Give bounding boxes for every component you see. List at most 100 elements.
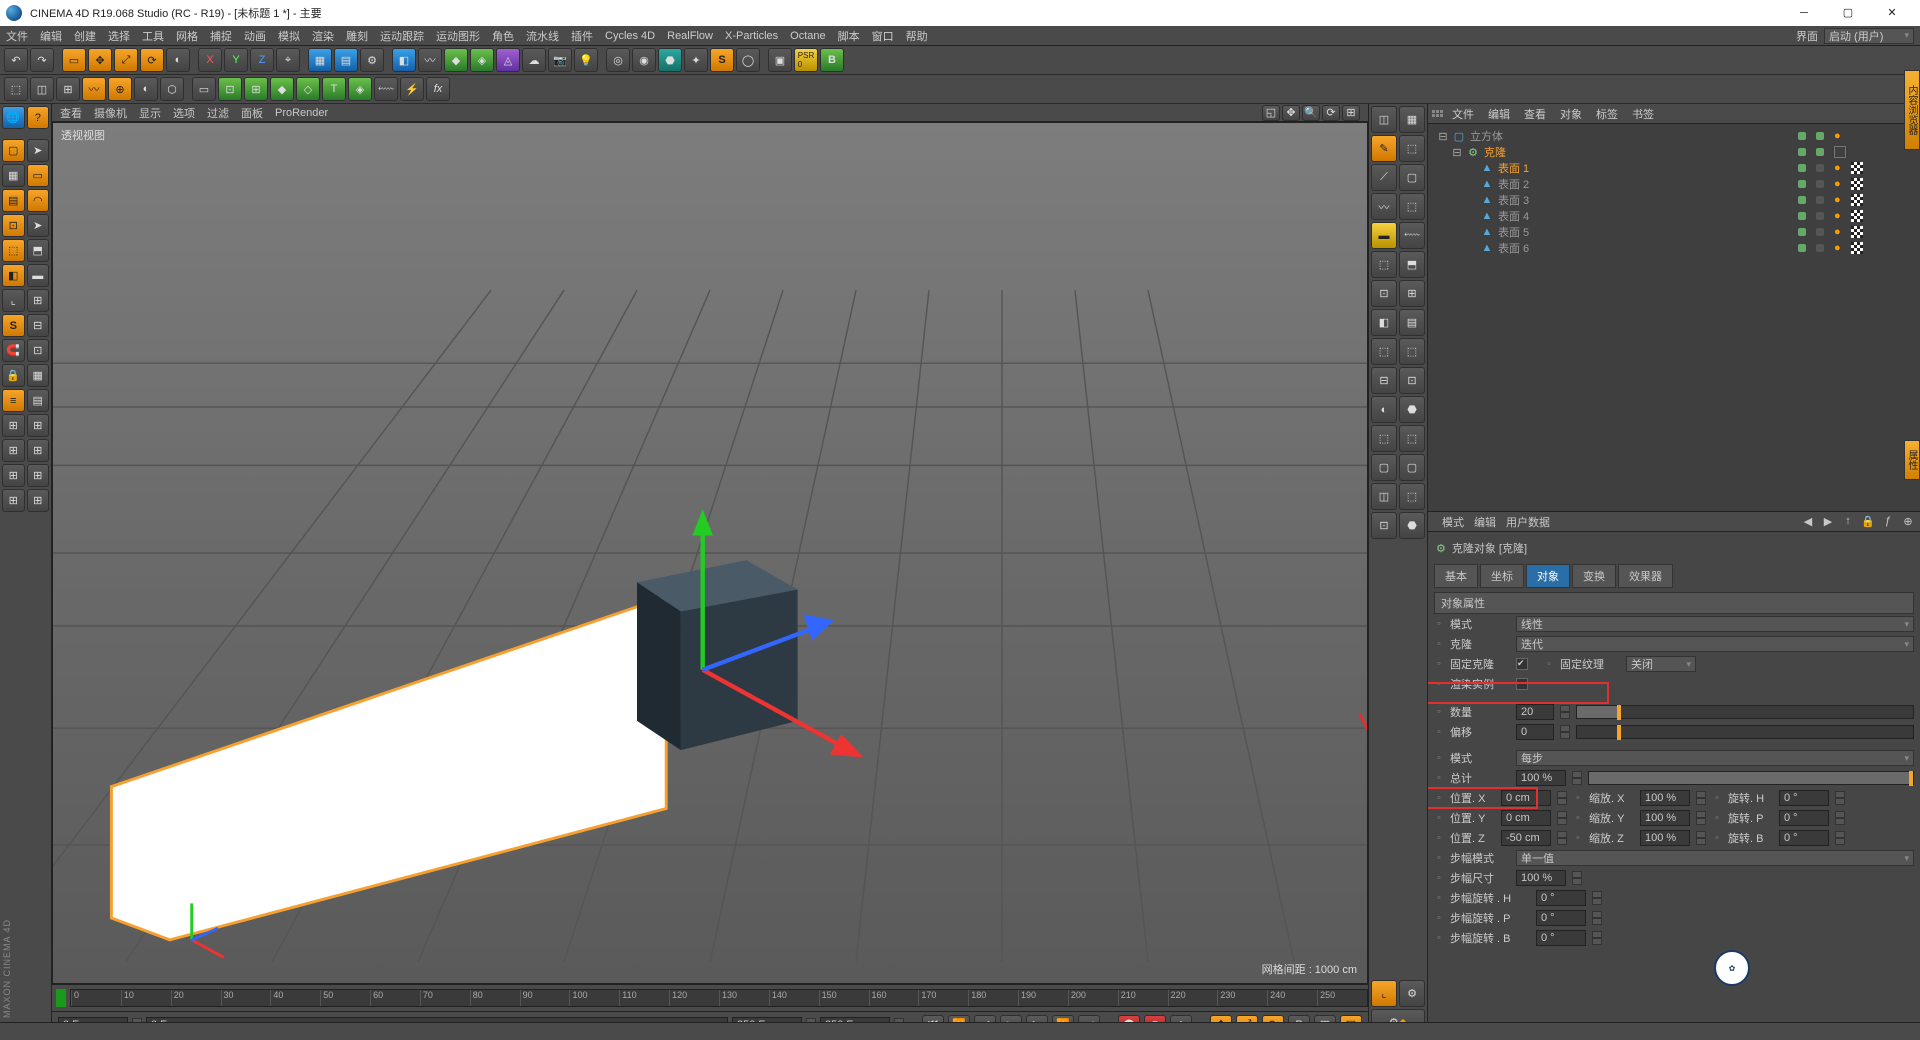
plugin-button-2[interactable]: ◉ [632, 48, 656, 72]
rtool-21[interactable]: ◐ [1371, 396, 1397, 423]
tree-row[interactable]: ▲ 表面 5 ● [1430, 224, 1918, 240]
menu-8[interactable]: 模拟 [278, 28, 300, 44]
attr-nav-up-icon[interactable]: ↑ [1840, 515, 1856, 528]
tool2-fx[interactable]: fx [426, 77, 450, 101]
menu-10[interactable]: 雕刻 [346, 28, 368, 44]
tree-row[interactable]: ▲ 表面 6 ● [1430, 240, 1918, 256]
grid9-icon[interactable]: ⊞ [27, 439, 50, 462]
grid2-icon[interactable]: ⊟ [27, 314, 50, 337]
psr-button[interactable]: PSR0 [794, 48, 818, 72]
object-mode-button[interactable]: ▢ [2, 139, 25, 162]
viewport-nav2-icon[interactable]: ✥ [1282, 105, 1300, 121]
rtool-7[interactable]: 〰 [1371, 193, 1397, 220]
add-camera-button[interactable]: 📷 [548, 48, 572, 72]
menu-18[interactable]: X-Particles [725, 30, 778, 42]
objpanel-tab-3[interactable]: 对象 [1554, 104, 1588, 124]
prop-posz-field[interactable] [1501, 830, 1551, 846]
mograph-effector-button[interactable]: ⚡ [400, 77, 424, 101]
rect-select-icon[interactable]: ▭ [27, 164, 50, 187]
tree-row[interactable]: ▲ 表面 2 ● [1430, 176, 1918, 192]
rtool-20[interactable]: ⊡ [1399, 367, 1425, 394]
prop-instance-check[interactable] [1516, 678, 1528, 690]
select-tool[interactable]: ▭ [62, 48, 86, 72]
prop-fixtex-dropdown[interactable]: 关闭 [1626, 656, 1696, 672]
attr-new-icon[interactable]: ⊕ [1900, 515, 1916, 528]
menu-16[interactable]: Cycles 4D [605, 30, 655, 42]
menu-19[interactable]: Octane [790, 30, 825, 42]
objpanel-tab-2[interactable]: 查看 [1518, 104, 1552, 124]
prop-count-field[interactable] [1516, 704, 1554, 720]
prop-total-slider[interactable] [1588, 771, 1914, 785]
rtool-16[interactable]: ▤ [1399, 309, 1425, 336]
tool2-4[interactable]: 〰 [82, 77, 106, 101]
viewport-nav3-icon[interactable]: 🔍 [1302, 105, 1320, 121]
prop-stepsize-field[interactable] [1516, 870, 1566, 886]
attr-nav-back-icon[interactable]: ◀ [1800, 515, 1816, 528]
rtool-30[interactable]: ⬣ [1399, 512, 1425, 539]
grid10-icon[interactable]: ⊞ [2, 464, 25, 487]
tree-row[interactable]: ▲ 表面 4 ● [1430, 208, 1918, 224]
viewport-nav1-icon[interactable]: ◱ [1262, 105, 1280, 121]
attr-menu-edit[interactable]: 编辑 [1474, 514, 1496, 530]
rtool-15[interactable]: ◧ [1371, 309, 1397, 336]
menu-11[interactable]: 运动跟踪 [380, 28, 424, 44]
rtool-24[interactable]: ⬚ [1399, 425, 1425, 452]
rtool-27[interactable]: ◫ [1371, 483, 1397, 510]
menu-9[interactable]: 渲染 [312, 28, 334, 44]
prop-scaley-field[interactable] [1640, 810, 1690, 826]
attr-fn-icon[interactable]: ƒ [1880, 515, 1896, 528]
minimize-button[interactable]: ─ [1782, 0, 1826, 26]
render-settings-button[interactable]: ⚙ [360, 48, 384, 72]
rtool-22[interactable]: ⬣ [1399, 396, 1425, 423]
objpanel-tab-0[interactable]: 文件 [1446, 104, 1480, 124]
poly-mode-button[interactable]: ◧ [2, 264, 25, 287]
tool2-6[interactable]: ◐ [134, 77, 158, 101]
grid3-icon[interactable]: ⊡ [27, 339, 50, 362]
axis-z-button[interactable]: Z [250, 48, 274, 72]
rtool-11[interactable]: ⬚ [1371, 251, 1397, 278]
grid12-icon[interactable]: ⊞ [2, 489, 25, 512]
prop-offset-slider[interactable] [1576, 725, 1914, 739]
tool2-2[interactable]: ◫ [30, 77, 54, 101]
prop-scalez-field[interactable] [1640, 830, 1690, 846]
prop-count-slider[interactable] [1576, 705, 1914, 719]
grid8-icon[interactable]: ⊞ [2, 439, 25, 462]
model-mode-button[interactable]: 🌐 [2, 106, 25, 129]
rtool-17[interactable]: ⬚ [1371, 338, 1397, 365]
menu-21[interactable]: 窗口 [872, 28, 894, 44]
cursor-icon[interactable]: ➤ [27, 139, 50, 162]
undo-button[interactable]: ↶ [4, 48, 28, 72]
menu-2[interactable]: 创建 [74, 28, 96, 44]
prop-steproth-field[interactable] [1536, 890, 1586, 906]
add-generator-button[interactable]: ◈ [470, 48, 494, 72]
rtool-10[interactable]: ⬳ [1399, 222, 1425, 249]
vpmenu-6[interactable]: ProRender [275, 107, 328, 119]
add-spline-button[interactable]: 〰 [418, 48, 442, 72]
mograph-cloner-button[interactable]: ⊡ [218, 77, 242, 101]
lasso-select-icon[interactable]: ◠ [27, 189, 50, 212]
viewport-nav4-icon[interactable]: ⟳ [1322, 105, 1340, 121]
grid13-icon[interactable]: ⊞ [27, 489, 50, 512]
vpmenu-2[interactable]: 显示 [139, 105, 161, 121]
prop-rotb-field[interactable] [1779, 830, 1829, 846]
arrow2-icon[interactable]: ➤ [27, 214, 50, 237]
axis-y-button[interactable]: Y [224, 48, 248, 72]
bodypaint-button[interactable]: B [820, 48, 844, 72]
add-nurbs-button[interactable]: ◆ [444, 48, 468, 72]
objpanel-tab-4[interactable]: 标签 [1590, 104, 1624, 124]
help-mode-button[interactable]: ? [27, 106, 50, 129]
coord-system-button[interactable]: ⌖ [276, 48, 300, 72]
rtool-3[interactable]: ✎ [1371, 135, 1397, 162]
prop-mode-dropdown[interactable]: 线性 [1516, 616, 1914, 632]
realflow-button[interactable]: ⬣ [658, 48, 682, 72]
plugin-button-1[interactable]: ◎ [606, 48, 630, 72]
menu-20[interactable]: 脚本 [838, 28, 860, 44]
mograph-spline-button[interactable]: ⬳ [374, 77, 398, 101]
prop-fixclone-check[interactable] [1516, 658, 1528, 670]
rtool-14[interactable]: ⊞ [1399, 280, 1425, 307]
prop-posx-field[interactable] [1501, 790, 1551, 806]
attr-tab-3[interactable]: 变换 [1572, 564, 1616, 588]
menu-1[interactable]: 编辑 [40, 28, 62, 44]
octane-button[interactable]: ◯ [736, 48, 760, 72]
vpmenu-1[interactable]: 摄像机 [94, 105, 127, 121]
